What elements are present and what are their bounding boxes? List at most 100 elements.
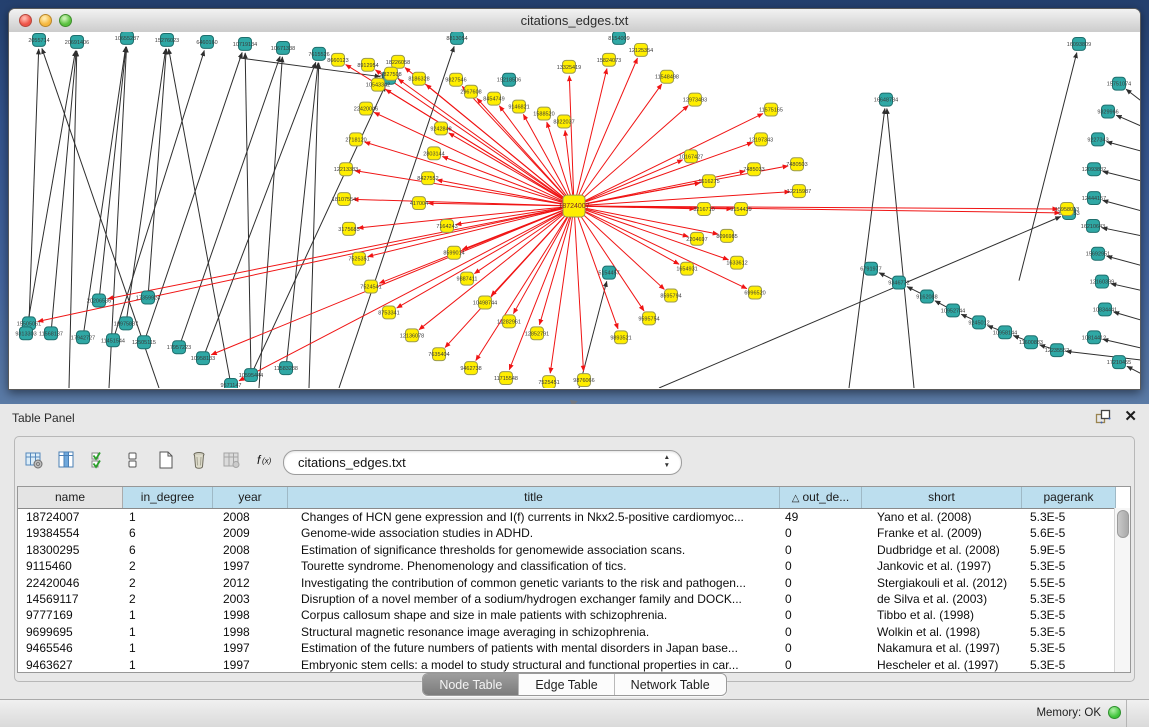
graph-edge bbox=[550, 206, 574, 373]
cell-out_degree: 0 bbox=[780, 525, 862, 541]
graph-edge bbox=[1019, 53, 1077, 281]
cell-name: 9465546 bbox=[18, 640, 123, 656]
column-header-name[interactable]: name bbox=[18, 487, 123, 508]
graph-node-label: 15824073 bbox=[597, 58, 621, 64]
table-selector-dropdown[interactable]: citations_edges.txt ▲▼ bbox=[283, 450, 682, 475]
table-row[interactable]: 969969511998Structural magnetic resonanc… bbox=[18, 624, 1130, 640]
cell-year: 2008 bbox=[213, 509, 288, 525]
delete-table-icon bbox=[190, 451, 208, 469]
table-row[interactable]: 946554611997Estimation of the future num… bbox=[18, 640, 1130, 656]
graph-node-label: 10958133 bbox=[191, 356, 215, 362]
cell-name: 9115460 bbox=[18, 558, 123, 574]
close-panel-icon[interactable]: ✕ bbox=[1124, 409, 1137, 425]
graph-edge bbox=[574, 69, 607, 206]
graph-edge bbox=[251, 86, 385, 375]
cell-title: Embryonic stem cells: a model to study s… bbox=[288, 657, 780, 673]
column-header-pagerank[interactable]: pagerank bbox=[1022, 487, 1116, 508]
scrollbar-thumb[interactable] bbox=[1117, 510, 1129, 538]
graph-node-label: 10975887 bbox=[114, 321, 138, 327]
graph-node-label: 11715548 bbox=[494, 376, 518, 382]
graph-node-label: 8154009 bbox=[608, 36, 629, 42]
cell-out_degree: 0 bbox=[780, 591, 862, 607]
graph-node-label: 12852791 bbox=[525, 331, 549, 337]
cell-name: 18300295 bbox=[18, 542, 123, 558]
cell-pagerank: 5.3E-5 bbox=[1022, 558, 1116, 574]
table-row[interactable]: 1830029562008Estimation of significance … bbox=[18, 542, 1130, 558]
cell-out_degree: 0 bbox=[780, 575, 862, 591]
cell-short: Jankovic et al. (1997) bbox=[862, 558, 1022, 574]
cell-pagerank: 5.3E-5 bbox=[1022, 607, 1116, 623]
graph-node-label: 9893521 bbox=[610, 335, 631, 341]
graph-node-label: 12973493 bbox=[683, 98, 707, 104]
show-column-icon bbox=[58, 451, 76, 469]
graph-node-label: 10952744 bbox=[941, 308, 965, 314]
cell-short: Tibbo et al. (1998) bbox=[862, 607, 1022, 623]
cell-year: 1997 bbox=[213, 657, 288, 673]
cell-year: 1998 bbox=[213, 624, 288, 640]
graph-edge bbox=[574, 142, 753, 206]
table-row[interactable]: 1456911722003Disruption of a novel membe… bbox=[18, 591, 1130, 607]
graph-node-label: 9462738 bbox=[460, 366, 481, 372]
table-row[interactable]: 1872400712008Changes of HCN gene express… bbox=[18, 509, 1130, 525]
select-all-rows-button[interactable] bbox=[88, 448, 112, 472]
tab-network-table[interactable]: Network Table bbox=[614, 674, 726, 695]
table-toolbar: f(x) bbox=[22, 444, 277, 476]
function-builder-button[interactable]: f(x) bbox=[253, 448, 277, 472]
column-header-year[interactable]: year bbox=[213, 487, 288, 508]
graph-node-label: 10958144 bbox=[993, 330, 1017, 336]
graph-node-label: 12235552 bbox=[1045, 348, 1069, 354]
cell-name: 9699695 bbox=[18, 624, 123, 640]
graph-edge bbox=[849, 108, 885, 388]
column-header-title[interactable]: title bbox=[288, 487, 780, 508]
network-window: citations_edges.txt 18724007205571420691… bbox=[8, 8, 1141, 390]
tab-edge-table[interactable]: Edge Table bbox=[518, 674, 613, 695]
graph-node-label: 11282961 bbox=[497, 319, 521, 325]
graph-node-label: 15692951 bbox=[1086, 252, 1110, 258]
network-canvas[interactable]: 1872400720557142069140610655287152760236… bbox=[9, 32, 1140, 388]
graph-node-label: 9154439 bbox=[730, 207, 751, 213]
show-column-button[interactable] bbox=[55, 448, 79, 472]
table-row[interactable]: 1938455462009Genome-wide association stu… bbox=[18, 525, 1130, 541]
table-settings-button[interactable] bbox=[22, 448, 46, 472]
table-tab-group: Node TableEdge TableNetwork Table bbox=[422, 673, 726, 696]
table-row[interactable]: 2242004622012Investigating the contribut… bbox=[18, 575, 1130, 591]
network-window-titlebar[interactable]: citations_edges.txt bbox=[9, 9, 1140, 33]
graph-node-label: 8322037 bbox=[553, 119, 574, 125]
clear-selection-button[interactable] bbox=[121, 448, 145, 472]
graph-node-label: 1633612 bbox=[726, 261, 747, 267]
graph-node-label: 8186328 bbox=[408, 77, 429, 83]
new-table-button[interactable] bbox=[154, 448, 178, 472]
delete-table-button[interactable] bbox=[187, 448, 211, 472]
graph-node-label: 8595794 bbox=[660, 294, 681, 300]
cell-year: 2009 bbox=[213, 525, 288, 541]
table-row[interactable]: 911546021997Tourette syndrome. Phenomeno… bbox=[18, 558, 1130, 574]
table-row[interactable]: 946362711997Embryonic stem cells: a mode… bbox=[18, 657, 1130, 673]
graph-node-label: 11583288 bbox=[274, 366, 298, 372]
table-panel-title: Table Panel bbox=[12, 411, 75, 425]
float-window-icon[interactable] bbox=[1095, 409, 1112, 425]
column-header-short[interactable]: short bbox=[862, 487, 1022, 508]
graph-node-label: 12125354 bbox=[629, 48, 653, 54]
graph-edge bbox=[1114, 312, 1140, 320]
status-bar-divider bbox=[1126, 700, 1127, 727]
function-builder-icon: f(x) bbox=[256, 451, 274, 469]
graph-edge bbox=[449, 133, 574, 206]
graph-node-label: 9227343 bbox=[1087, 137, 1108, 143]
graph-node-label: 7635404 bbox=[428, 352, 449, 358]
vertical-scrollbar[interactable] bbox=[1114, 508, 1130, 672]
cell-name: 18724007 bbox=[18, 509, 123, 525]
cell-out_degree: 49 bbox=[780, 509, 862, 525]
status-bar: Memory: OK bbox=[0, 699, 1149, 727]
column-header-out_degree[interactable]: △out_de... bbox=[780, 487, 862, 508]
graph-node-label: 18724007 bbox=[558, 203, 589, 210]
graph-node-label: 10719134 bbox=[233, 42, 257, 48]
tab-node-table[interactable]: Node Table bbox=[423, 674, 518, 695]
cell-title: Investigating the contribution of common… bbox=[288, 575, 780, 591]
graph-node-label: 8096985 bbox=[716, 234, 737, 240]
table-row[interactable]: 977716911998Corpus callosum shape and si… bbox=[18, 607, 1130, 623]
cell-pagerank: 5.9E-5 bbox=[1022, 542, 1116, 558]
column-header-in_degree[interactable]: in_degree bbox=[123, 487, 213, 508]
graph-node-label: 9329966 bbox=[1097, 110, 1118, 116]
graph-node-label: 12213383 bbox=[334, 167, 358, 173]
cell-short: de Silva et al. (2003) bbox=[862, 591, 1022, 607]
